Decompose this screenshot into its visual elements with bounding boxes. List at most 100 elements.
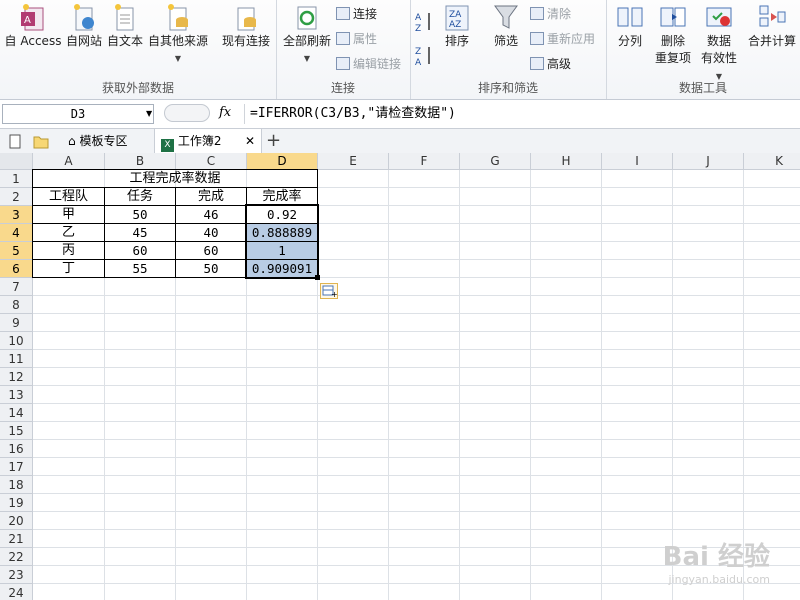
tab-workbook2[interactable]: X 工作簿2 ✕ <box>154 129 262 153</box>
data-cell[interactable]: 50 <box>175 259 247 278</box>
from-access-button[interactable]: A 自 Access <box>2 2 64 50</box>
row-header-16[interactable]: 16 <box>0 440 33 458</box>
formula-input[interactable]: =IFERROR(C3/B3,"请检查数据") <box>244 104 796 124</box>
header-cell[interactable]: 完成 <box>175 187 247 206</box>
tab-template-zone[interactable]: ⌂ 模板专区 <box>62 129 154 153</box>
from-text-button[interactable]: 自文本 <box>104 2 146 50</box>
row-header-2[interactable]: 2 <box>0 188 33 206</box>
column-header-i[interactable]: I <box>602 153 673 170</box>
remove-duplicates-button[interactable]: 删除 重复项 <box>652 2 694 67</box>
data-cell[interactable]: 40 <box>175 223 247 242</box>
column-header-k[interactable]: K <box>744 153 800 170</box>
column-header-e[interactable]: E <box>318 153 389 170</box>
insert-function-icon[interactable]: fx <box>219 105 231 120</box>
row-header-3[interactable]: 3 <box>0 206 33 224</box>
text-to-columns-button[interactable]: 分列 <box>612 2 648 50</box>
completion-rate-cell[interactable]: 1 <box>246 241 318 260</box>
column-header-c[interactable]: C <box>176 153 247 170</box>
spreadsheet-grid[interactable]: A B C D E F G H I J K 1 2 3 4 5 6 7 8 9 10 11 12 13 14 15 16 17 18 19… <box>0 153 800 600</box>
row-header-20[interactable]: 20 <box>0 512 33 530</box>
fill-handle[interactable] <box>315 275 320 280</box>
reapply-button[interactable]: 重新应用 <box>530 31 595 47</box>
column-header-f[interactable]: F <box>389 153 460 170</box>
formula-bar-handle[interactable] <box>164 104 210 122</box>
completion-rate-cell[interactable]: 0.92 <box>246 205 318 224</box>
header-cell[interactable]: 完成率 <box>246 187 318 206</box>
from-other-sources-button[interactable]: 自其他来源 ▼ <box>146 2 210 67</box>
row-header-24[interactable]: 24 <box>0 584 33 600</box>
column-header-b[interactable]: B <box>105 153 176 170</box>
data-cell[interactable]: 丁 <box>32 259 105 278</box>
refresh-all-button[interactable]: 全部刷新 ▼ <box>280 2 334 67</box>
add-tab-icon[interactable]: + <box>266 130 281 151</box>
sort-za-button[interactable]: ZA <box>414 44 436 68</box>
row-header-7[interactable]: 7 <box>0 278 33 296</box>
group-connections: 全部刷新 ▼ 连接 属性 编辑链接 连接 <box>276 0 411 99</box>
row-header-15[interactable]: 15 <box>0 422 33 440</box>
home-icon: ⌂ <box>68 134 76 148</box>
gridline-horizontal <box>33 439 800 440</box>
column-header-j[interactable]: J <box>673 153 744 170</box>
row-header-4[interactable]: 4 <box>0 224 33 242</box>
data-validation-icon <box>705 2 733 32</box>
row-header-22[interactable]: 22 <box>0 548 33 566</box>
data-cell[interactable]: 60 <box>175 241 247 260</box>
edit-links-button[interactable]: 编辑链接 <box>336 56 401 72</box>
svg-text:AZ: AZ <box>449 20 461 30</box>
row-header-9[interactable]: 9 <box>0 314 33 332</box>
row-header-11[interactable]: 11 <box>0 350 33 368</box>
advanced-filter-button[interactable]: 高级 <box>530 56 571 72</box>
row-header-17[interactable]: 17 <box>0 458 33 476</box>
sort-az-button[interactable]: AZ <box>414 10 436 34</box>
data-cell[interactable]: 乙 <box>32 223 105 242</box>
row-header-14[interactable]: 14 <box>0 404 33 422</box>
completion-rate-cell[interactable]: 0.909091 <box>246 259 318 278</box>
table-title-cell[interactable]: 工程完成率数据 <box>32 169 318 188</box>
from-web-button[interactable]: 自网站 <box>64 2 104 50</box>
data-cell[interactable]: 60 <box>104 241 176 260</box>
sort-descending-icon: ZA <box>415 47 430 68</box>
new-file-icon[interactable] <box>8 129 26 153</box>
header-cell[interactable]: 任务 <box>104 187 176 206</box>
properties-button[interactable]: 属性 <box>336 31 377 47</box>
chevron-down-icon[interactable]: ▼ <box>146 109 152 118</box>
data-cell[interactable]: 50 <box>104 205 176 224</box>
clear-filter-button[interactable]: 清除 <box>530 6 571 22</box>
header-cell[interactable]: 工程队 <box>32 187 105 206</box>
column-header-g[interactable]: G <box>460 153 531 170</box>
row-header-8[interactable]: 8 <box>0 296 33 314</box>
data-cell[interactable]: 46 <box>175 205 247 224</box>
data-cell[interactable]: 55 <box>104 259 176 278</box>
row-header-23[interactable]: 23 <box>0 566 33 584</box>
data-validation-button[interactable]: 数据 有效性 ▼ <box>698 2 740 85</box>
column-header-a[interactable]: A <box>33 153 105 170</box>
row-header-19[interactable]: 19 <box>0 494 33 512</box>
column-header-d[interactable]: D <box>247 153 318 170</box>
data-cell[interactable]: 45 <box>104 223 176 242</box>
row-header-5[interactable]: 5 <box>0 242 33 260</box>
consolidate-button[interactable]: 合并计算 <box>744 2 800 50</box>
auto-fill-options-icon[interactable]: + <box>320 283 338 299</box>
row-header-6[interactable]: 6 <box>0 260 33 278</box>
completion-rate-cell[interactable]: 0.888889 <box>246 223 318 242</box>
row-header-18[interactable]: 18 <box>0 476 33 494</box>
connections-button[interactable]: 连接 <box>336 6 377 22</box>
row-header-21[interactable]: 21 <box>0 530 33 548</box>
column-header-h[interactable]: H <box>531 153 602 170</box>
existing-connections-button[interactable]: 现有连接 <box>218 2 274 50</box>
sort-button[interactable]: ZA AZ 排序 <box>438 2 476 50</box>
row-header-1[interactable]: 1 <box>0 170 33 188</box>
chevron-down-icon: ▼ <box>303 54 311 63</box>
filter-button[interactable]: 筛选 <box>486 2 526 50</box>
folder-icon[interactable] <box>32 129 52 153</box>
close-icon[interactable]: ✕ <box>245 129 255 153</box>
data-cell[interactable]: 甲 <box>32 205 105 224</box>
data-cell[interactable]: 丙 <box>32 241 105 260</box>
group-label-get-external: 获取外部数据 <box>101 81 174 95</box>
row-header-12[interactable]: 12 <box>0 368 33 386</box>
remove-duplicates-icon <box>659 2 687 32</box>
row-header-13[interactable]: 13 <box>0 386 33 404</box>
select-all-corner[interactable] <box>0 153 33 170</box>
name-box[interactable]: D3 <box>2 104 154 124</box>
row-header-10[interactable]: 10 <box>0 332 33 350</box>
